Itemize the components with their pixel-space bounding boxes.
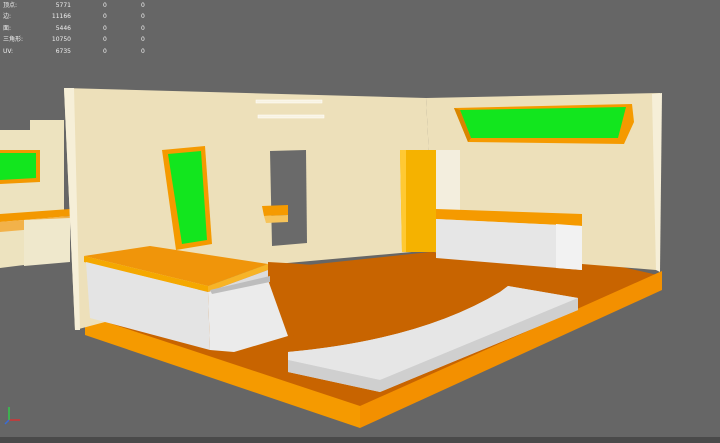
left-room xyxy=(0,120,70,268)
hud-value: 11166 xyxy=(51,13,71,21)
hud-uv-selected: 0 xyxy=(141,2,145,9)
hud-row-vertices: 顶点: 5771 0 0 xyxy=(3,0,153,11)
hud-row-edges: 边: 11166 0 0 xyxy=(3,11,153,22)
hud-value: 5446 xyxy=(55,24,71,32)
hud-label: 边: xyxy=(3,13,12,21)
hud-uv-selected: 0 xyxy=(141,36,145,44)
hud-selected: 0 xyxy=(103,47,107,55)
hud-uv-selected: 0 xyxy=(141,24,145,32)
viewport-bottom-edge xyxy=(0,437,720,443)
hud-selected: 0 xyxy=(103,24,107,32)
hud-label: 面: xyxy=(3,24,12,32)
hud-label: UV: xyxy=(3,47,14,55)
hud-label: 顶点: xyxy=(3,2,18,9)
3d-viewport[interactable] xyxy=(0,0,720,443)
wall-screen-right xyxy=(454,104,634,144)
hud-selected: 0 xyxy=(103,36,107,44)
hud-value: 5771 xyxy=(55,2,71,9)
hud-selected: 0 xyxy=(103,13,107,21)
hud-value: 6735 xyxy=(55,47,71,55)
hud-uv-selected: 0 xyxy=(141,47,145,55)
hud-row-triangles: 三角形: 10750 0 0 xyxy=(3,34,153,45)
hud-label: 三角形: xyxy=(3,36,24,44)
hud-value: 10750 xyxy=(51,36,71,44)
hud-row-uv: UV: 6735 0 0 xyxy=(3,46,153,57)
hud-selected: 0 xyxy=(103,2,107,9)
poly-count-hud: 顶点: 5771 0 0 边: 11166 0 0 面: 5446 0 0 三角… xyxy=(3,0,153,57)
hud-uv-selected: 0 xyxy=(141,13,145,21)
hud-row-faces: 面: 5446 0 0 xyxy=(3,23,153,34)
